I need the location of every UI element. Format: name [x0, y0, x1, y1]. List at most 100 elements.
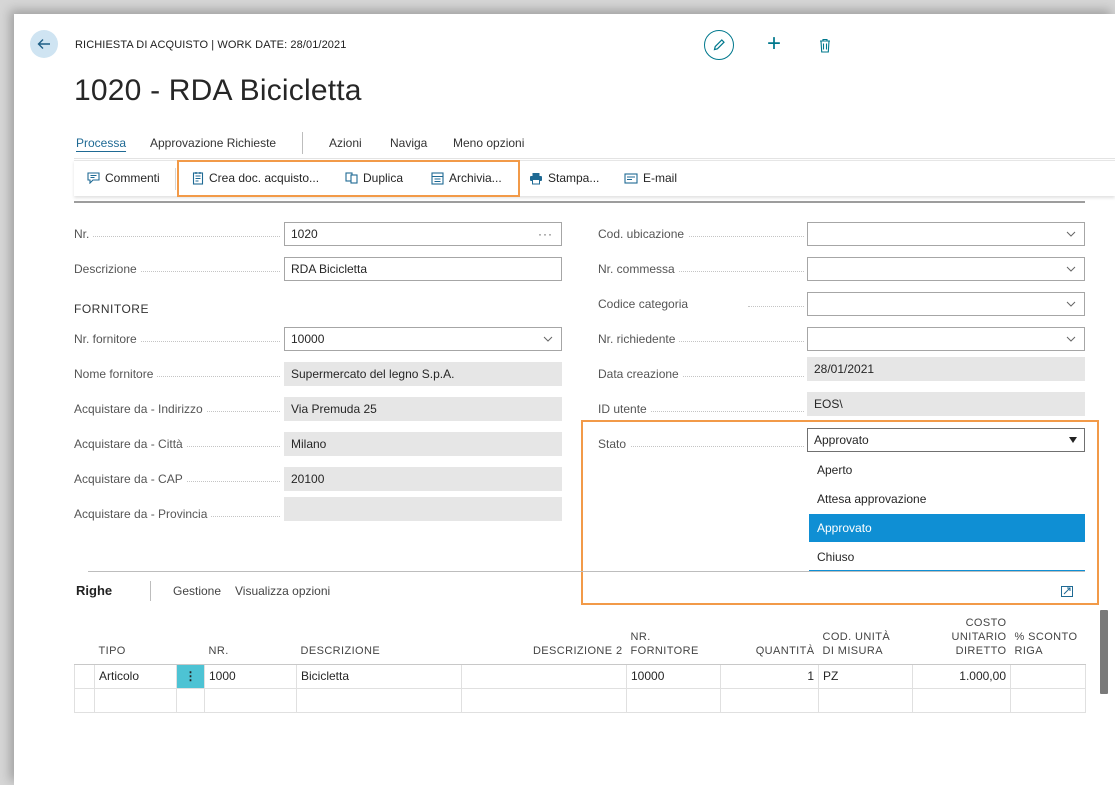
- col-nr[interactable]: NR.: [204, 610, 297, 665]
- cell-empty[interactable]: [912, 687, 1011, 713]
- cell-empty[interactable]: [296, 687, 462, 713]
- page-caption: RICHIESTA DI ACQUISTO | WORK DATE: 28/01…: [75, 39, 347, 51]
- action-separator: [302, 132, 303, 154]
- cap-label: Acquistare da - CAP: [74, 472, 280, 486]
- tab-righe[interactable]: Righe: [76, 583, 112, 598]
- nome-fornitore-field: Supermercato del legno S.p.A.: [284, 362, 562, 386]
- create-document-icon: [192, 172, 204, 185]
- col-unita-misura[interactable]: COD. UNITÀ DI MISURA: [818, 610, 913, 665]
- nr-label: Nr.: [74, 227, 280, 241]
- chevron-down-icon[interactable]: [1065, 263, 1077, 275]
- caret-down-icon[interactable]: [1069, 437, 1077, 443]
- col-quantita[interactable]: QUANTITÀ: [720, 610, 819, 665]
- stato-option-aperto[interactable]: Aperto: [809, 456, 1085, 484]
- cell-sconto[interactable]: [1010, 663, 1086, 689]
- printer-icon: [530, 172, 542, 184]
- stato-option-attesa-approvazione[interactable]: Attesa approvazione: [809, 485, 1085, 513]
- chevron-down-icon[interactable]: [1065, 298, 1077, 310]
- stato-select[interactable]: Approvato: [807, 428, 1085, 452]
- col-costo-unitario[interactable]: COSTO UNITARIO DIRETTO: [912, 610, 1011, 665]
- lookup-ellipsis-icon[interactable]: ···: [538, 223, 553, 245]
- comment-icon: [87, 172, 100, 184]
- stampa-button[interactable]: Stampa...: [529, 171, 599, 185]
- delete-trash-icon[interactable]: [815, 33, 835, 57]
- codice-categoria-field[interactable]: [807, 292, 1085, 316]
- email-icon: [624, 172, 638, 184]
- col-tipo[interactable]: TIPO: [94, 610, 177, 665]
- cell-empty[interactable]: [720, 687, 819, 713]
- new-plus-icon[interactable]: +: [762, 30, 786, 58]
- action-processa[interactable]: Processa: [76, 136, 126, 150]
- cell-empty[interactable]: [94, 687, 177, 713]
- cod-ubicazione-field[interactable]: [807, 222, 1085, 246]
- cell-tipo[interactable]: Articolo: [94, 663, 177, 689]
- col-nr-fornitore[interactable]: NR. FORNITORE: [626, 610, 721, 665]
- action-approvazione-richieste[interactable]: Approvazione Richieste: [150, 136, 276, 150]
- chevron-down-icon[interactable]: [1065, 228, 1077, 240]
- row-selector[interactable]: [74, 663, 95, 689]
- stato-option-chiuso[interactable]: Chiuso: [809, 543, 1085, 571]
- action-meno-opzioni[interactable]: Meno opzioni: [453, 136, 524, 150]
- cell-empty[interactable]: [818, 687, 913, 713]
- fornitore-section-heading: FORNITORE: [74, 302, 149, 316]
- commenti-label: Commenti: [105, 171, 160, 185]
- cell-empty[interactable]: [1010, 687, 1086, 713]
- crea-doc-acquisto-button[interactable]: Crea doc. acquisto...: [192, 171, 319, 185]
- row-actions-icon[interactable]: ⋮: [176, 663, 205, 689]
- cell-empty[interactable]: [626, 687, 721, 713]
- cell-descrizione[interactable]: Bicicletta: [296, 663, 462, 689]
- action-naviga[interactable]: Naviga: [390, 136, 427, 150]
- duplica-button[interactable]: Duplica: [345, 171, 403, 185]
- email-button[interactable]: E-mail: [624, 171, 677, 185]
- commenti-button[interactable]: Commenti: [87, 171, 160, 185]
- tab-visualizza-opzioni[interactable]: Visualizza opzioni: [235, 584, 330, 598]
- tab-gestione[interactable]: Gestione: [173, 584, 221, 598]
- cell-descrizione-2[interactable]: [461, 663, 627, 689]
- col-sconto[interactable]: % SCONTO RIGA: [1010, 610, 1086, 665]
- cell-costo-unitario[interactable]: 1.000,00: [912, 663, 1011, 689]
- indirizzo-label: Acquistare da - Indirizzo: [74, 402, 280, 416]
- nr-field[interactable]: 1020 ···: [284, 222, 562, 246]
- stato-label: Stato: [598, 437, 804, 451]
- table-row[interactable]: Articolo ⋮ 1000 Bicicletta 10000 1 PZ 1.…: [74, 663, 1086, 689]
- cell-empty[interactable]: [176, 687, 205, 713]
- data-creazione-label: Data creazione: [598, 367, 804, 381]
- row-selector[interactable]: [74, 687, 95, 713]
- nr-fornitore-field[interactable]: 10000: [284, 327, 562, 351]
- nr-richiedente-field[interactable]: [807, 327, 1085, 351]
- duplica-label: Duplica: [363, 171, 404, 185]
- nr-commessa-label: Nr. commessa: [598, 262, 804, 276]
- vertical-scrollbar[interactable]: [1100, 610, 1108, 694]
- nr-commessa-field[interactable]: [807, 257, 1085, 281]
- back-arrow-icon[interactable]: [30, 30, 58, 58]
- col-descrizione[interactable]: DESCRIZIONE: [296, 610, 462, 665]
- edit-pencil-icon[interactable]: [704, 30, 734, 60]
- expand-icon[interactable]: [1061, 586, 1073, 600]
- archivia-label: Archivia...: [449, 171, 502, 185]
- indirizzo-field: Via Premuda 25: [284, 397, 562, 421]
- chevron-down-icon[interactable]: [542, 333, 554, 345]
- id-utente-field: EOS\: [807, 392, 1085, 416]
- action-azioni[interactable]: Azioni: [329, 136, 362, 150]
- stato-option-approvato[interactable]: Approvato: [809, 514, 1085, 542]
- cell-quantita[interactable]: 1: [720, 663, 819, 689]
- tab-separator: [150, 581, 151, 601]
- cell-empty[interactable]: [204, 687, 297, 713]
- chevron-down-icon[interactable]: [1065, 333, 1077, 345]
- page-title: 1020 - RDA Bicicletta: [74, 74, 362, 107]
- cell-empty[interactable]: [461, 687, 627, 713]
- descrizione-field[interactable]: RDA Bicicletta: [284, 257, 562, 281]
- lines-header-row: TIPO NR. DESCRIZIONE DESCRIZIONE 2 NR. FO…: [74, 610, 1086, 665]
- cell-nr-fornitore[interactable]: 10000: [626, 663, 721, 689]
- citta-label: Acquistare da - Città: [74, 437, 280, 451]
- col-descrizione-2[interactable]: DESCRIZIONE 2: [461, 610, 627, 665]
- archivia-button[interactable]: Archivia...: [431, 171, 502, 185]
- table-row-empty[interactable]: [74, 687, 1086, 713]
- cell-nr[interactable]: 1000: [204, 663, 297, 689]
- email-label: E-mail: [643, 171, 678, 185]
- provincia-field: [284, 497, 562, 521]
- ribbon-toolbar: Commenti Crea doc. acquisto... Duplica A…: [74, 160, 1115, 196]
- cell-unita-misura[interactable]: PZ: [818, 663, 913, 689]
- purchase-request-card: RICHIESTA DI ACQUISTO | WORK DATE: 28/01…: [14, 14, 1115, 785]
- col-selector: [74, 610, 95, 665]
